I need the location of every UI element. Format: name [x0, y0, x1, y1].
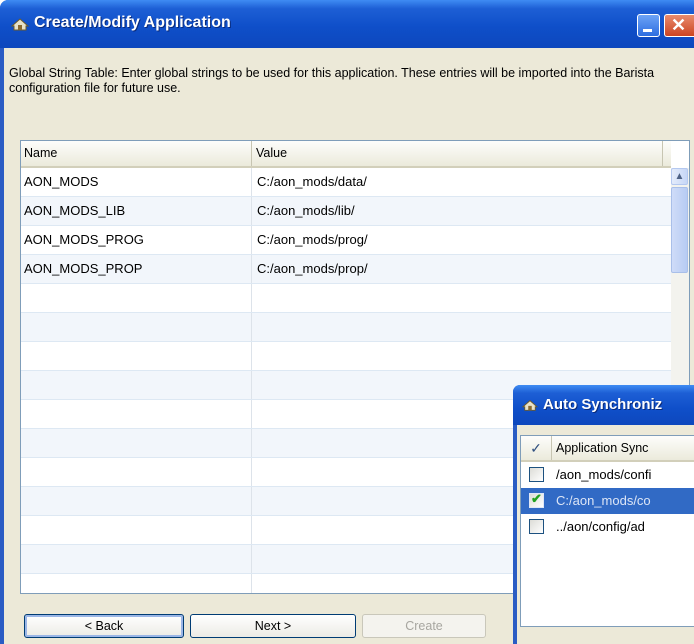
sync-rows: /aon_mods/confi ✔ C:/aon_mods/co ../aon/… [521, 462, 694, 540]
column-header-value[interactable]: Value [253, 141, 663, 166]
empty-row[interactable] [21, 313, 671, 342]
name-cell[interactable] [21, 400, 252, 428]
name-cell[interactable] [21, 429, 252, 457]
sync-content: ✓ Application Sync /aon_mods/confi ✔ C:/… [517, 425, 694, 644]
create-button[interactable]: Create [362, 614, 486, 638]
table-row[interactable]: AON_MODS_PROG C:/aon_mods/prog/ [21, 226, 671, 255]
checkmark-icon: ✔ [531, 491, 542, 506]
sync-checkbox[interactable]: ✔ [529, 491, 544, 508]
close-icon[interactable]: ✕ [664, 14, 694, 37]
table-row[interactable]: AON_MODS_LIB C:/aon_mods/lib/ [21, 197, 671, 226]
sync-list: ✓ Application Sync /aon_mods/confi ✔ C:/… [520, 435, 694, 627]
window-title: Create/Modify Application [34, 14, 231, 31]
app-icon [10, 18, 30, 31]
sync-path: C:/aon_mods/co [556, 493, 651, 508]
name-cell[interactable]: AON_MODS_PROG [21, 226, 252, 254]
value-cell[interactable]: C:/aon_mods/data/ [253, 168, 671, 196]
table-header: Name Value [21, 141, 671, 168]
table-row[interactable]: AON_MODS C:/aon_mods/data/ [21, 168, 671, 197]
name-cell[interactable] [21, 284, 252, 312]
back-button[interactable]: < Back [24, 614, 184, 638]
chevron-up-icon[interactable]: ▲ [671, 168, 688, 185]
checkmark-icon[interactable]: ✓ [521, 436, 552, 460]
value-cell[interactable]: C:/aon_mods/prog/ [253, 226, 671, 254]
sync-title-bar[interactable]: Auto Synchroniz [513, 385, 694, 425]
title-bar[interactable]: Create/Modify Application ✕ [0, 0, 694, 48]
sync-list-header: ✓ Application Sync [521, 436, 694, 462]
sync-checkbox[interactable] [529, 467, 544, 482]
sync-path: ../aon/config/ad [556, 519, 645, 534]
app-icon [521, 400, 539, 411]
name-cell[interactable] [21, 458, 252, 486]
value-cell[interactable]: C:/aon_mods/prop/ [253, 255, 671, 283]
name-cell[interactable] [21, 545, 252, 573]
sync-window-title: Auto Synchroniz [543, 396, 663, 413]
sync-checkbox[interactable] [529, 519, 544, 534]
auto-synchronize-window: Auto Synchroniz ✓ Application Sync /aon_… [513, 385, 694, 644]
minimize-icon[interactable] [637, 14, 660, 37]
sync-list-item[interactable]: /aon_mods/confi [521, 462, 694, 488]
value-cell[interactable] [253, 342, 671, 370]
scrollbar-thumb[interactable] [671, 187, 688, 273]
sync-list-item[interactable]: ../aon/config/ad [521, 514, 694, 540]
sync-list-item[interactable]: ✔ C:/aon_mods/co [521, 488, 694, 514]
name-cell[interactable] [21, 313, 252, 341]
value-cell[interactable]: C:/aon_mods/lib/ [253, 197, 671, 225]
name-cell[interactable] [21, 574, 252, 593]
name-cell[interactable] [21, 516, 252, 544]
column-header-name[interactable]: Name [21, 141, 252, 166]
empty-row[interactable] [21, 342, 671, 371]
column-header-application-sync[interactable]: Application Sync [556, 436, 648, 460]
table-row[interactable]: AON_MODS_PROP C:/aon_mods/prop/ [21, 255, 671, 284]
value-cell[interactable] [253, 284, 671, 312]
name-cell[interactable] [21, 487, 252, 515]
next-button[interactable]: Next > [190, 614, 356, 638]
description-text: Global String Table: Enter global string… [9, 66, 655, 95]
name-cell[interactable] [21, 342, 252, 370]
name-cell[interactable]: AON_MODS_PROP [21, 255, 252, 283]
name-cell[interactable]: AON_MODS [21, 168, 252, 196]
name-cell[interactable]: AON_MODS_LIB [21, 197, 252, 225]
value-cell[interactable] [253, 313, 671, 341]
empty-row[interactable] [21, 284, 671, 313]
sync-path: /aon_mods/confi [556, 467, 652, 482]
name-cell[interactable] [21, 371, 252, 399]
